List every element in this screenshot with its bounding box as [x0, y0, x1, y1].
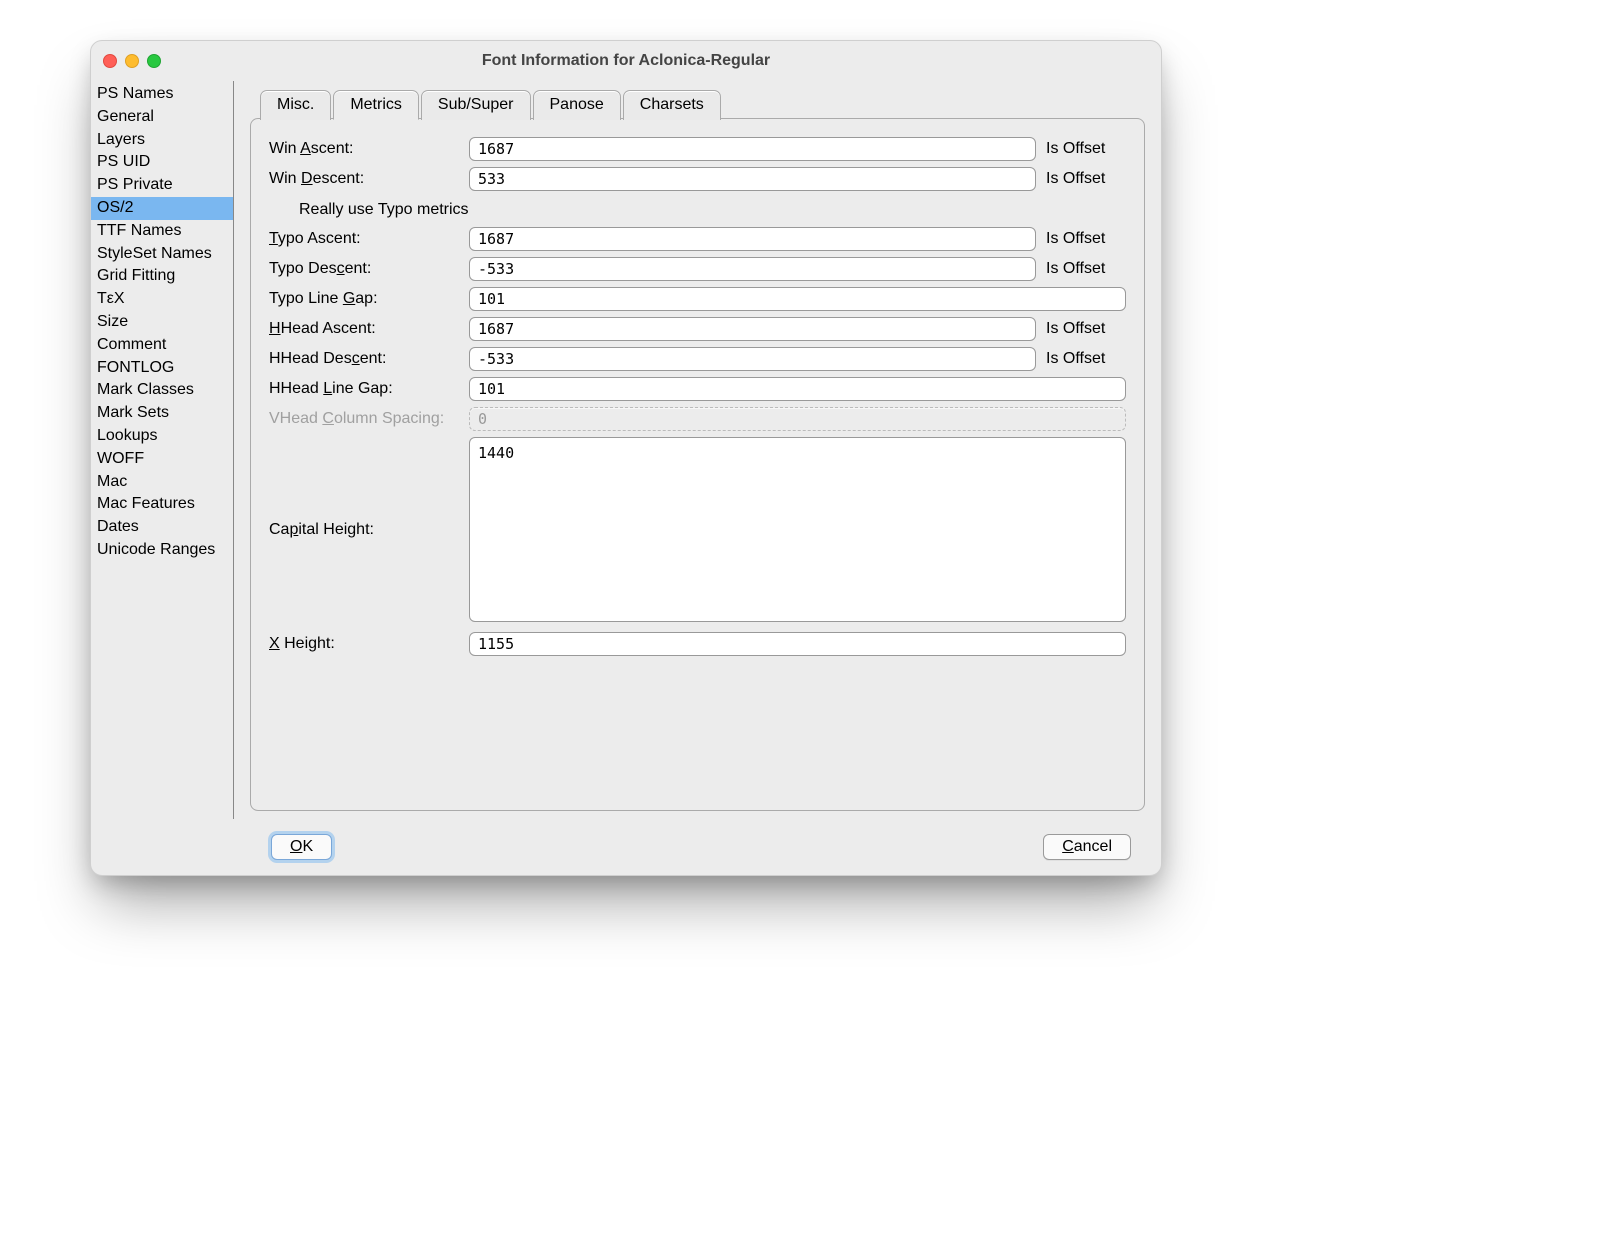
really-use-typo-checkbox[interactable]: Really use Typo metrics	[269, 197, 1126, 227]
sidebar-item-mac[interactable]: Mac	[91, 471, 233, 494]
win-descent-input[interactable]	[469, 167, 1036, 191]
sidebar-item-dates[interactable]: Dates	[91, 516, 233, 539]
tab-metrics[interactable]: Metrics	[333, 90, 419, 120]
typo-line-gap-input[interactable]	[469, 287, 1126, 311]
sidebar-item-mark-sets[interactable]: Mark Sets	[91, 402, 233, 425]
sidebar-item-ps-private[interactable]: PS Private	[91, 174, 233, 197]
hhead-line-gap-input[interactable]	[469, 377, 1126, 401]
tabs: Misc.MetricsSub/SuperPanoseCharsets	[260, 89, 1145, 119]
sidebar-item-unicode-ranges[interactable]: Unicode Ranges	[91, 539, 233, 562]
tab-charsets[interactable]: Charsets	[623, 90, 721, 120]
typo-line-gap-label: Typo Line Gap:	[269, 290, 459, 308]
x-height-label: X Height:	[269, 635, 459, 653]
typo-ascent-label: Typo Ascent:	[269, 230, 459, 248]
sidebar-item-comment[interactable]: Comment	[91, 334, 233, 357]
window-title: Font Information for Aclonica-Regular	[91, 52, 1161, 70]
hhead-descent-input[interactable]	[469, 347, 1036, 371]
sidebar-item-layers[interactable]: Layers	[91, 129, 233, 152]
sidebar-item-os-2[interactable]: OS/2	[91, 197, 233, 220]
capital-height-label: Capital Height:	[269, 521, 459, 539]
cancel-button[interactable]: Cancel	[1043, 834, 1131, 860]
font-info-window: Font Information for Aclonica-Regular PS…	[90, 40, 1162, 876]
typo-ascent-input[interactable]	[469, 227, 1036, 251]
win-ascent-input[interactable]	[469, 137, 1036, 161]
sidebar: PS NamesGeneralLayersPS UIDPS PrivateOS/…	[91, 81, 234, 819]
typo-descent-offset-label[interactable]: Is Offset	[1046, 260, 1126, 278]
capital-height-input[interactable]	[469, 437, 1126, 622]
vhead-col-spacing-label: VHead Column Spacing:	[269, 410, 459, 428]
tab-misc-[interactable]: Misc.	[260, 90, 331, 120]
hhead-ascent-input[interactable]	[469, 317, 1036, 341]
tab-sub-super[interactable]: Sub/Super	[421, 90, 531, 120]
hhead-descent-offset-label[interactable]: Is Offset	[1046, 350, 1126, 368]
hhead-descent-label: HHead Descent:	[269, 350, 459, 368]
content-pane: Misc.MetricsSub/SuperPanoseCharsets Win …	[234, 81, 1161, 819]
sidebar-item-general[interactable]: General	[91, 106, 233, 129]
sidebar-item-styleset-names[interactable]: StyleSet Names	[91, 243, 233, 266]
sidebar-item-ps-uid[interactable]: PS UID	[91, 151, 233, 174]
ok-button[interactable]: OK	[271, 834, 332, 860]
typo-descent-input[interactable]	[469, 257, 1036, 281]
titlebar: Font Information for Aclonica-Regular	[91, 41, 1161, 81]
sidebar-item-size[interactable]: Size	[91, 311, 233, 334]
sidebar-item-t-x[interactable]: TεX	[91, 288, 233, 311]
sidebar-item-grid-fitting[interactable]: Grid Fitting	[91, 265, 233, 288]
win-descent-offset-label[interactable]: Is Offset	[1046, 170, 1126, 188]
sidebar-item-lookups[interactable]: Lookups	[91, 425, 233, 448]
x-height-input[interactable]	[469, 632, 1126, 656]
vhead-col-spacing-input	[469, 407, 1126, 431]
sidebar-item-ps-names[interactable]: PS Names	[91, 83, 233, 106]
win-ascent-label: Win Ascent:	[269, 140, 459, 158]
win-ascent-offset-label[interactable]: Is Offset	[1046, 140, 1126, 158]
sidebar-item-fontlog[interactable]: FONTLOG	[91, 357, 233, 380]
tab-panose[interactable]: Panose	[533, 90, 621, 120]
sidebar-item-mac-features[interactable]: Mac Features	[91, 493, 233, 516]
footer: OK Cancel	[91, 819, 1161, 875]
hhead-ascent-offset-label[interactable]: Is Offset	[1046, 320, 1126, 338]
win-descent-label: Win Descent:	[269, 170, 459, 188]
sidebar-item-ttf-names[interactable]: TTF Names	[91, 220, 233, 243]
typo-ascent-offset-label[interactable]: Is Offset	[1046, 230, 1126, 248]
metrics-panel: Win Ascent: Is Offset Win Descent: Is Of…	[250, 118, 1145, 811]
hhead-ascent-label: HHead Ascent:	[269, 320, 459, 338]
sidebar-item-woff[interactable]: WOFF	[91, 448, 233, 471]
sidebar-item-mark-classes[interactable]: Mark Classes	[91, 379, 233, 402]
hhead-line-gap-label: HHead Line Gap:	[269, 380, 459, 398]
typo-descent-label: Typo Descent:	[269, 260, 459, 278]
